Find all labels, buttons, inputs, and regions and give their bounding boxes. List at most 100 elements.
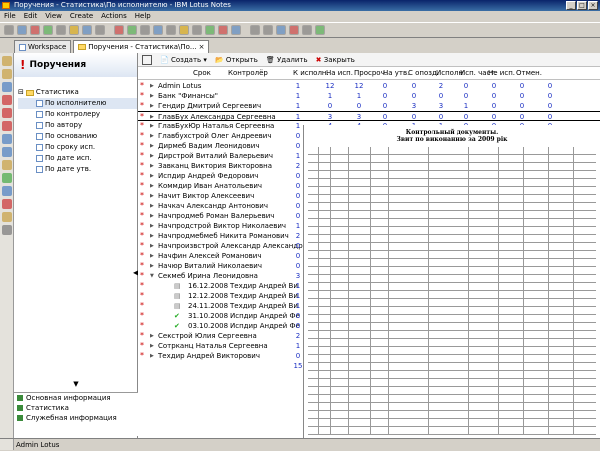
expand-right-icon[interactable]: ▶ <box>150 201 154 211</box>
tab-workspace[interactable]: Workspace <box>14 40 72 53</box>
expand-right-icon[interactable]: ▶ <box>150 341 154 351</box>
bookmark-icon[interactable] <box>2 186 12 196</box>
bookmark-icon[interactable] <box>2 108 12 118</box>
table-row[interactable]: * ▶ Admin Lotus 1 12 12 0 0 2 0 0 0 0 <box>138 81 600 91</box>
expand-right-icon[interactable]: ▶ <box>150 141 154 151</box>
table-row[interactable]: * ▶ ГлавБух Александра Сергеевна 1 3 3 0 0 0 0 0 0 0 <box>138 111 600 121</box>
expand-right-icon[interactable]: ▶ <box>150 351 154 361</box>
menu-item-2[interactable]: View <box>45 11 62 22</box>
bookmark-icon[interactable] <box>2 212 12 222</box>
toolbar-button-icon[interactable] <box>302 25 312 35</box>
expand-right-icon[interactable]: ▶ <box>150 261 154 271</box>
open-button[interactable]: 📂 Открыть <box>215 56 258 64</box>
bookmark-icon[interactable] <box>2 95 12 105</box>
expand-right-icon[interactable]: ▶ <box>150 251 154 261</box>
nav-scroll-down-icon[interactable]: ▼ <box>14 380 138 390</box>
toolbar-button-icon[interactable] <box>205 25 215 35</box>
toolbar-button-icon[interactable] <box>4 25 14 35</box>
toolbar-button-icon[interactable] <box>82 25 92 35</box>
toolbar-button-icon[interactable] <box>166 25 176 35</box>
create-button[interactable]: 📄 Создать ▾ <box>160 56 207 64</box>
column-6[interactable]: С опозд. <box>408 69 439 77</box>
toolbar-button-icon[interactable] <box>250 25 260 35</box>
bookmark-icon[interactable] <box>2 173 12 183</box>
toolbar-button-icon[interactable] <box>289 25 299 35</box>
expand-right-icon[interactable]: ▶ <box>150 231 154 241</box>
nav-bottom-item[interactable]: Основная информация <box>14 393 138 403</box>
expand-right-icon[interactable]: ▶ <box>150 221 154 231</box>
close-tab-icon[interactable]: × <box>199 41 205 53</box>
tab-current[interactable]: Поручения - Статистика\По... × <box>73 40 210 53</box>
delete-button[interactable]: 🗑 Удалить <box>266 56 308 64</box>
expand-right-icon[interactable]: ▶ <box>150 241 154 251</box>
expand-right-icon[interactable]: ▶ <box>150 331 154 341</box>
menu-item-3[interactable]: Create <box>70 11 93 22</box>
toolbar-button-icon[interactable] <box>140 25 150 35</box>
expand-right-icon[interactable]: ▶ <box>150 171 154 181</box>
expand-right-icon[interactable]: ▶ <box>150 121 154 131</box>
toolbar-button-icon[interactable] <box>179 25 189 35</box>
tree-root[interactable]: ⊟ Статистика <box>18 87 137 98</box>
column-3[interactable]: На исп. <box>326 69 353 77</box>
expand-right-icon[interactable]: ▶ <box>150 131 154 141</box>
bookmark-icon[interactable] <box>2 225 12 235</box>
expand-right-icon[interactable]: ▶ <box>150 101 154 111</box>
toolbar-button-icon[interactable] <box>69 25 79 35</box>
table-row[interactable]: * ▶ Гендир Дмитрий Сергеевич 1 0 0 0 3 3 1 0 0 0 <box>138 101 600 111</box>
nav-item[interactable]: По сроку исп. <box>18 142 137 153</box>
table-row[interactable]: * ▶ Банк "Финансы" 1 1 1 0 0 0 0 0 0 0 <box>138 91 600 101</box>
bookmark-icon[interactable] <box>2 134 12 144</box>
nav-bottom-item[interactable]: Служебная информация <box>14 413 138 423</box>
column-2[interactable]: К исполн. <box>293 69 329 77</box>
nav-item[interactable]: По исполнителю <box>18 98 137 109</box>
toolbar-button-icon[interactable] <box>30 25 40 35</box>
expand-right-icon[interactable]: ▶ <box>150 181 154 191</box>
toolbar-button-icon[interactable] <box>231 25 241 35</box>
minimize-button[interactable]: _ <box>566 1 576 10</box>
bookmark-icon[interactable] <box>2 56 12 66</box>
nav-item[interactable]: По дате исп. <box>18 153 137 164</box>
nav-item[interactable]: По контролеру <box>18 109 137 120</box>
toolbar-button-icon[interactable] <box>56 25 66 35</box>
bookmark-icon[interactable] <box>2 82 12 92</box>
nav-item[interactable]: По дате утв. <box>18 164 137 175</box>
expand-right-icon[interactable]: ▶ <box>150 211 154 221</box>
menu-item-0[interactable]: File <box>4 11 16 22</box>
toolbar-button-icon[interactable] <box>263 25 273 35</box>
column-4[interactable]: Просроч. <box>354 69 387 77</box>
toolbar-button-icon[interactable] <box>276 25 286 35</box>
expand-right-icon[interactable]: ▶ <box>150 81 154 91</box>
bookmark-icon[interactable] <box>2 121 12 131</box>
column-5[interactable]: На утв. <box>383 69 409 77</box>
toolbar-button-icon[interactable] <box>192 25 202 35</box>
bookmark-icon[interactable] <box>2 147 12 157</box>
expand-right-icon[interactable]: ▶ <box>150 151 154 161</box>
column-9[interactable]: Не исп. <box>488 69 515 77</box>
expand-right-icon[interactable]: ▶ <box>150 161 154 171</box>
nav-item[interactable]: По основанию <box>18 131 137 142</box>
close-window-button[interactable]: × <box>588 1 598 10</box>
column-1[interactable]: Контролёр <box>228 69 268 77</box>
toolbar-button-icon[interactable] <box>315 25 325 35</box>
expand-right-icon[interactable]: ▶ <box>150 91 154 101</box>
menu-item-1[interactable]: Edit <box>24 11 38 22</box>
toolbar-button-icon[interactable] <box>43 25 53 35</box>
toolbar-button-icon[interactable] <box>114 25 124 35</box>
column-0[interactable]: Срок <box>193 69 211 77</box>
close-button[interactable]: ✖ Закрыть <box>316 56 355 64</box>
menu-item-4[interactable]: Actions <box>101 11 127 22</box>
nav-item[interactable]: По автору <box>18 120 137 131</box>
expand-down-icon[interactable]: ▼ <box>150 271 154 281</box>
toolbar-button-icon[interactable] <box>95 25 105 35</box>
bookmark-icon[interactable] <box>2 69 12 79</box>
maximize-button[interactable]: □ <box>577 1 587 10</box>
toolbar-button-icon[interactable] <box>153 25 163 35</box>
nav-bottom-item[interactable]: Статистика <box>14 403 138 413</box>
toolbar-button-icon[interactable] <box>218 25 228 35</box>
menu-item-5[interactable]: Help <box>135 11 151 22</box>
expand-right-icon[interactable]: ▶ <box>150 191 154 201</box>
bookmark-icon[interactable] <box>2 199 12 209</box>
collapse-icon[interactable]: ⊟ <box>18 87 24 98</box>
toolbar-button-icon[interactable] <box>127 25 137 35</box>
column-10[interactable]: Отмен. <box>516 69 542 77</box>
